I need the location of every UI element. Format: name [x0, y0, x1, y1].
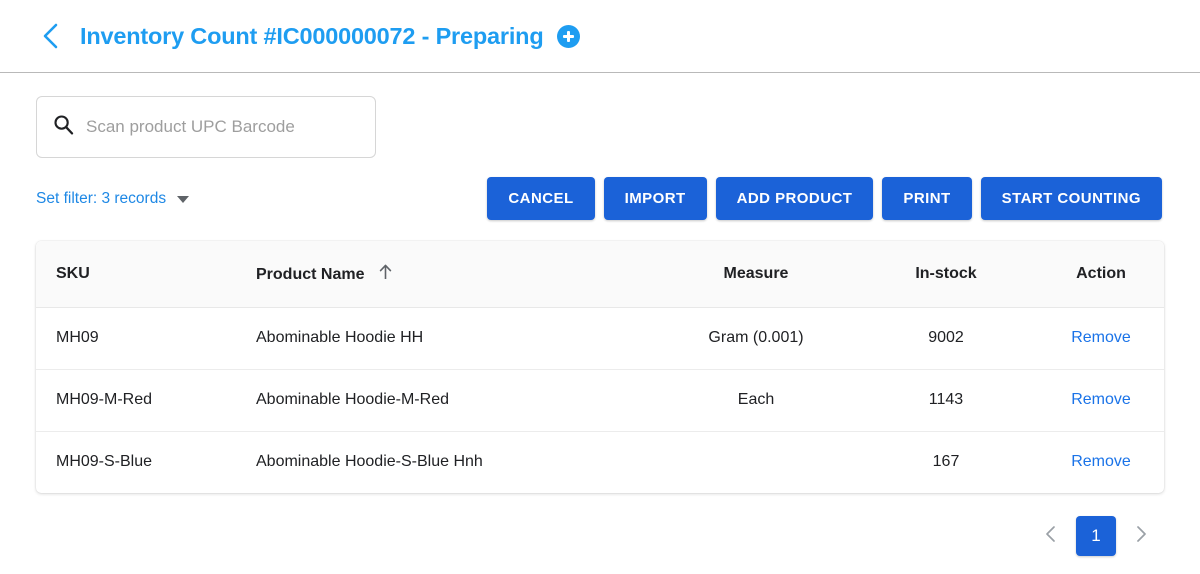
remove-link[interactable]: Remove — [1071, 391, 1131, 408]
cell-product-name: Abominable Hoodie-S-Blue Hnh — [246, 431, 646, 493]
cell-sku: MH09-S-Blue — [36, 431, 246, 493]
chevron-left-icon — [1043, 524, 1059, 549]
column-label-action: Action — [1076, 265, 1126, 282]
cell-product-name: Abominable Hoodie HH — [246, 307, 646, 369]
search-icon — [53, 114, 74, 140]
cell-measure: Each — [646, 369, 866, 431]
set-filter-label: Set filter: 3 records — [36, 190, 166, 208]
arrow-up-icon — [378, 263, 393, 285]
caret-down-icon — [177, 196, 189, 203]
cell-in-stock: 1143 — [866, 369, 1026, 431]
products-table-card: SKU Product Name Measure In-stock — [36, 241, 1164, 493]
table-row: MH09 Abominable Hoodie HH Gram (0.001) 9… — [36, 307, 1164, 369]
import-button[interactable]: IMPORT — [604, 177, 707, 220]
table-row: MH09-M-Red Abominable Hoodie-M-Red Each … — [36, 369, 1164, 431]
search-section — [0, 73, 1200, 158]
previous-page-button[interactable] — [1040, 525, 1062, 547]
next-page-button[interactable] — [1130, 525, 1152, 547]
back-button[interactable] — [34, 19, 68, 53]
cell-action: Remove — [1026, 307, 1164, 369]
column-label-product-name: Product Name — [256, 266, 364, 283]
print-button[interactable]: PRINT — [882, 177, 971, 220]
cell-action: Remove — [1026, 431, 1164, 493]
page-number-button[interactable]: 1 — [1076, 516, 1116, 556]
column-label-sku: SKU — [56, 265, 90, 282]
plus-circle-icon[interactable] — [557, 25, 580, 48]
table-row: MH09-S-Blue Abominable Hoodie-S-Blue Hnh… — [36, 431, 1164, 493]
cell-product-name: Abominable Hoodie-M-Red — [246, 369, 646, 431]
chevron-right-icon — [1133, 524, 1149, 549]
search-input[interactable] — [86, 117, 359, 137]
column-label-measure: Measure — [724, 265, 789, 282]
add-product-button[interactable]: ADD PRODUCT — [716, 177, 874, 220]
cell-action: Remove — [1026, 369, 1164, 431]
remove-link[interactable]: Remove — [1071, 329, 1131, 346]
column-header-action: Action — [1026, 241, 1164, 307]
cell-sku: MH09 — [36, 307, 246, 369]
column-header-in-stock[interactable]: In-stock — [866, 241, 1026, 307]
products-table: SKU Product Name Measure In-stock — [36, 241, 1164, 493]
column-header-product-name[interactable]: Product Name — [246, 241, 646, 307]
column-label-in-stock: In-stock — [915, 265, 976, 282]
cell-measure — [646, 431, 866, 493]
page-header: Inventory Count #IC000000072 - Preparing — [0, 0, 1200, 73]
table-body: MH09 Abominable Hoodie HH Gram (0.001) 9… — [36, 307, 1164, 493]
cell-measure: Gram (0.001) — [646, 307, 866, 369]
cell-sku: MH09-M-Red — [36, 369, 246, 431]
pagination: 1 — [0, 493, 1200, 556]
page-title: Inventory Count #IC000000072 - Preparing — [80, 23, 543, 50]
cell-in-stock: 167 — [866, 431, 1026, 493]
remove-link[interactable]: Remove — [1071, 453, 1131, 470]
set-filter-button[interactable]: Set filter: 3 records — [36, 190, 189, 208]
table-header-row: SKU Product Name Measure In-stock — [36, 241, 1164, 307]
cancel-button[interactable]: CANCEL — [487, 177, 594, 220]
search-box[interactable] — [36, 96, 376, 158]
column-header-measure[interactable]: Measure — [646, 241, 866, 307]
action-button-group: CANCEL IMPORT ADD PRODUCT PRINT START CO… — [487, 177, 1162, 220]
table-header: SKU Product Name Measure In-stock — [36, 241, 1164, 307]
toolbar: Set filter: 3 records CANCEL IMPORT ADD … — [0, 158, 1200, 220]
start-counting-button[interactable]: START COUNTING — [981, 177, 1162, 220]
chevron-left-icon — [40, 21, 62, 51]
cell-in-stock: 9002 — [866, 307, 1026, 369]
column-header-sku[interactable]: SKU — [36, 241, 246, 307]
